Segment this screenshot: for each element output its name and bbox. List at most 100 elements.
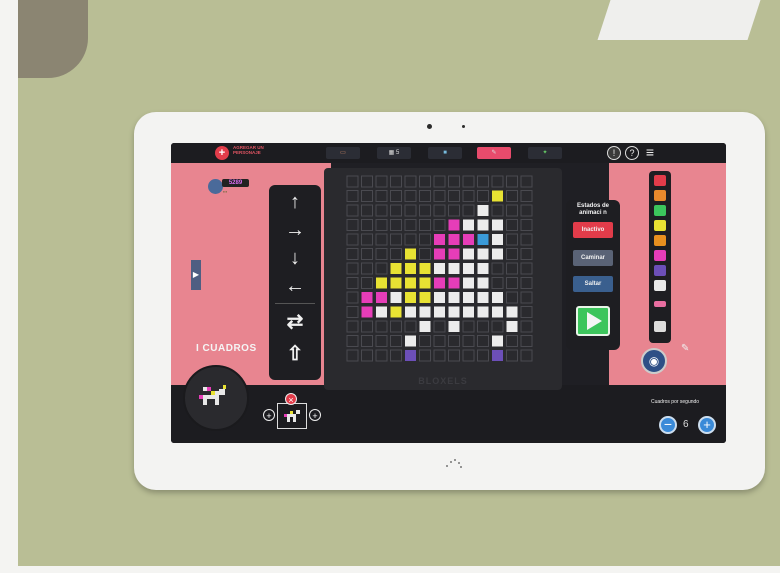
pixel-filled[interactable]: [405, 335, 416, 347]
pixel-filled[interactable]: [376, 277, 387, 289]
fps-decrease-button[interactable]: −: [659, 416, 677, 434]
pixel-filled[interactable]: [492, 234, 503, 245]
pixel-canvas[interactable]: BLOXELS: [324, 168, 562, 390]
pixel-empty[interactable]: [375, 190, 388, 202]
pixel-empty[interactable]: [506, 349, 518, 362]
pixel-filled[interactable]: [463, 292, 474, 303]
pixel-filled[interactable]: [419, 292, 431, 303]
pixel-empty[interactable]: [390, 204, 402, 217]
pixel-filled[interactable]: [477, 205, 489, 216]
pixel-empty[interactable]: [390, 233, 402, 246]
pixel-empty[interactable]: [346, 233, 359, 246]
pixel-empty[interactable]: [361, 219, 373, 231]
pixel-empty[interactable]: [346, 291, 359, 304]
pixel-empty[interactable]: [448, 335, 460, 347]
pixel-empty[interactable]: [361, 335, 373, 347]
pixel-empty[interactable]: [477, 320, 489, 333]
trophy-icon[interactable]: !: [607, 146, 621, 160]
pixel-empty[interactable]: [361, 277, 373, 289]
pixel-filled[interactable]: [477, 234, 489, 245]
menu-button[interactable]: ≡: [643, 145, 657, 160]
color-swatch-green[interactable]: [654, 205, 666, 216]
color-swatch-orange[interactable]: [654, 190, 666, 201]
pixel-empty[interactable]: [462, 349, 475, 362]
pixel-empty[interactable]: [491, 175, 504, 188]
pixel-filled[interactable]: [361, 306, 373, 318]
pixel-empty[interactable]: [520, 291, 533, 304]
pixel-filled[interactable]: [477, 306, 489, 318]
pixel-filled[interactable]: [448, 219, 460, 231]
pixel-empty[interactable]: [419, 219, 431, 231]
pixel-empty[interactable]: [477, 190, 489, 202]
pixel-empty[interactable]: [346, 248, 359, 260]
pixel-filled[interactable]: [405, 292, 416, 303]
add-character-button[interactable]: +: [215, 146, 229, 160]
pixel-empty[interactable]: [462, 190, 475, 202]
pixel-empty[interactable]: [448, 349, 460, 362]
pixel-empty[interactable]: [361, 320, 373, 333]
pixel-filled[interactable]: [434, 292, 445, 303]
pixel-empty[interactable]: [419, 175, 431, 188]
pixel-empty[interactable]: [491, 320, 504, 333]
flip-button[interactable]: ⇄: [269, 311, 321, 333]
pixel-empty[interactable]: [520, 175, 533, 188]
up-arrow-button[interactable]: ↑: [269, 191, 321, 213]
color-swatch-purple[interactable]: [654, 265, 666, 276]
pen-icon[interactable]: ✎: [681, 343, 701, 355]
pixel-filled[interactable]: [390, 292, 402, 303]
pixel-empty[interactable]: [520, 248, 533, 260]
pixel-empty[interactable]: [346, 204, 359, 217]
pixel-empty[interactable]: [346, 306, 359, 318]
pixel-filled[interactable]: [434, 234, 445, 245]
pixel-empty[interactable]: [448, 190, 460, 202]
pixel-empty[interactable]: [375, 219, 388, 231]
pixel-empty[interactable]: [520, 219, 533, 231]
pixel-empty[interactable]: [346, 335, 359, 347]
color-swatch-pink[interactable]: [654, 250, 666, 261]
pixel-empty[interactable]: [375, 204, 388, 217]
pixel-empty[interactable]: [506, 248, 518, 260]
state-idle-button[interactable]: Inactivo: [573, 222, 613, 238]
pixel-empty[interactable]: [520, 233, 533, 246]
fps-increase-button[interactable]: +: [698, 416, 716, 434]
pixel-filled[interactable]: [434, 277, 445, 289]
pixel-filled[interactable]: [376, 306, 387, 318]
pixel-filled[interactable]: [492, 219, 503, 231]
color-swatch-white[interactable]: [654, 280, 666, 291]
pixel-empty[interactable]: [506, 219, 518, 231]
add-frame-left-button[interactable]: +: [263, 409, 275, 421]
pixel-filled[interactable]: [463, 263, 474, 274]
shift-up-button[interactable]: ⇧: [269, 343, 321, 365]
help-button[interactable]: ?: [625, 146, 639, 160]
pixel-empty[interactable]: [477, 335, 489, 347]
pixel-empty[interactable]: [346, 219, 359, 231]
pixel-filled[interactable]: [492, 335, 503, 347]
pixel-filled[interactable]: [463, 306, 474, 318]
pixel-filled[interactable]: [405, 263, 416, 274]
pixel-empty[interactable]: [433, 320, 446, 333]
tab-backgrounds[interactable]: ■: [428, 147, 462, 159]
pixel-empty[interactable]: [506, 175, 518, 188]
pixel-empty[interactable]: [390, 175, 402, 188]
pixel-empty[interactable]: [404, 233, 417, 246]
pixel-empty[interactable]: [448, 204, 460, 217]
pixel-empty[interactable]: [433, 349, 446, 362]
pixel-empty[interactable]: [361, 233, 373, 246]
fill-tool-icon[interactable]: [654, 321, 666, 332]
pixel-empty[interactable]: [491, 204, 504, 217]
pixel-empty[interactable]: [375, 233, 388, 246]
pixel-filled[interactable]: [434, 263, 445, 274]
pixel-filled[interactable]: [492, 248, 503, 260]
pixel-filled[interactable]: [434, 306, 445, 318]
pixel-filled[interactable]: [448, 263, 460, 274]
pixel-filled[interactable]: [405, 277, 416, 289]
pixel-empty[interactable]: [361, 190, 373, 202]
pixel-empty[interactable]: [419, 204, 431, 217]
pixel-filled[interactable]: [361, 292, 373, 303]
pixel-empty[interactable]: [433, 175, 446, 188]
pixel-filled[interactable]: [376, 292, 387, 303]
state-jump-button[interactable]: Saltar: [573, 276, 613, 292]
pixel-empty[interactable]: [404, 175, 417, 188]
avatar[interactable]: [208, 179, 223, 194]
pixel-filled[interactable]: [419, 306, 431, 318]
